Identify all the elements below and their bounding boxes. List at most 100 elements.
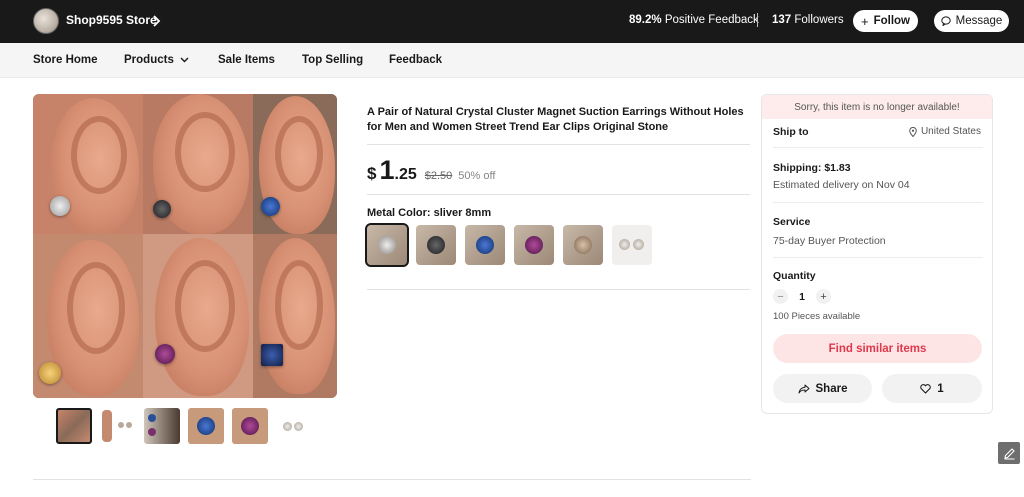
swatch-dot bbox=[525, 236, 543, 254]
swatch-dot bbox=[574, 236, 592, 254]
feedback-label: Positive Feedback bbox=[664, 14, 759, 26]
thumb-shape bbox=[102, 410, 112, 442]
plus-icon: + bbox=[860, 13, 869, 29]
quantity-value[interactable]: 1 bbox=[798, 291, 806, 303]
followers-label: Followers bbox=[794, 14, 844, 26]
stud-purple bbox=[155, 344, 175, 364]
thumbnail[interactable] bbox=[56, 408, 92, 444]
stud-black bbox=[153, 200, 171, 218]
image-panel bbox=[33, 94, 143, 234]
nav-label: Sale Items bbox=[218, 54, 275, 66]
ship-to-selector[interactable]: United States bbox=[909, 126, 981, 137]
follow-button[interactable]: + Follow bbox=[853, 10, 918, 32]
nav-feedback[interactable]: Feedback bbox=[389, 54, 442, 66]
store-name-link[interactable]: Shop9595 Store bbox=[66, 13, 157, 27]
ear-fold bbox=[175, 260, 235, 352]
thumbnail-strip bbox=[56, 408, 312, 444]
discount-badge: 50% off bbox=[458, 170, 496, 182]
thumb-shape bbox=[148, 428, 156, 436]
swatch-dot bbox=[427, 236, 445, 254]
swatch-purple[interactable] bbox=[514, 225, 554, 265]
nav-top-selling[interactable]: Top Selling bbox=[302, 54, 363, 66]
service-label: Service bbox=[773, 216, 811, 228]
share-icon bbox=[798, 384, 810, 393]
thumbnail[interactable] bbox=[144, 408, 180, 444]
pieces-available: 100 Pieces available bbox=[773, 311, 861, 322]
wishlist-count: 1 bbox=[937, 382, 944, 395]
buy-box: Sorry, this item is no longer available!… bbox=[761, 94, 993, 414]
message-label: Message bbox=[955, 15, 1003, 27]
followers-number: 137 bbox=[772, 14, 792, 26]
ship-to-value: United States bbox=[920, 126, 981, 137]
thumbnail[interactable] bbox=[232, 408, 268, 444]
thumbnail[interactable] bbox=[100, 408, 136, 444]
divider bbox=[757, 13, 758, 27]
quantity-increase-button[interactable]: + bbox=[816, 289, 831, 304]
price-currency: $ bbox=[367, 164, 377, 183]
message-button[interactable]: Message bbox=[934, 10, 1009, 32]
thumb-shape bbox=[126, 422, 132, 428]
ship-to-label: Ship to bbox=[773, 126, 809, 138]
ear-fold bbox=[71, 116, 127, 194]
ear-fold bbox=[275, 260, 323, 350]
quantity-label: Quantity bbox=[773, 270, 816, 282]
divider bbox=[367, 194, 750, 195]
stud-blue bbox=[261, 197, 280, 216]
price-decimal: .25 bbox=[394, 166, 417, 183]
swatch-dot bbox=[633, 239, 644, 250]
swatch-silver[interactable] bbox=[365, 223, 409, 267]
location-pin-icon bbox=[909, 126, 917, 137]
nav-label: Feedback bbox=[389, 54, 443, 66]
chevron-right-icon[interactable] bbox=[150, 14, 162, 28]
divider bbox=[367, 144, 750, 145]
heart-icon bbox=[920, 383, 932, 394]
image-panel bbox=[33, 234, 143, 398]
thumb-shape bbox=[241, 417, 259, 435]
swatch-blue[interactable] bbox=[465, 225, 505, 265]
swatch-dot bbox=[476, 236, 494, 254]
thumb-shape bbox=[283, 422, 292, 431]
estimated-delivery: Estimated delivery on Nov 04 bbox=[773, 179, 910, 191]
nav-label: Store Home bbox=[33, 54, 98, 66]
nav-products[interactable]: Products bbox=[124, 54, 189, 66]
divider bbox=[33, 479, 751, 480]
price-block: $ 1 .25 $2.50 50% off bbox=[367, 155, 495, 186]
swatch-black[interactable] bbox=[416, 225, 456, 265]
divider bbox=[773, 257, 983, 258]
nav-store-home[interactable]: Store Home bbox=[33, 54, 98, 66]
shipping-cost: Shipping: $1.83 bbox=[773, 162, 851, 174]
image-panel bbox=[143, 234, 253, 398]
share-label: Share bbox=[815, 382, 848, 395]
stud-silver bbox=[50, 196, 70, 216]
store-logo[interactable] bbox=[33, 8, 59, 34]
ear-fold bbox=[275, 116, 323, 192]
wishlist-button[interactable]: 1 bbox=[882, 374, 982, 403]
thumb-shape bbox=[197, 417, 215, 435]
pencil-icon bbox=[1003, 447, 1015, 459]
thumbnail[interactable] bbox=[276, 408, 312, 444]
product-main-image[interactable] bbox=[33, 94, 337, 398]
swatch-dot bbox=[619, 239, 630, 250]
chat-bubble-icon bbox=[940, 16, 951, 26]
quantity-decrease-button[interactable]: − bbox=[773, 289, 788, 304]
thumb-shape bbox=[148, 414, 156, 422]
nav-sale-items[interactable]: Sale Items bbox=[218, 54, 275, 66]
swatch-pair[interactable] bbox=[612, 225, 652, 265]
divider bbox=[773, 202, 983, 203]
feedback-percent: 89.2% bbox=[629, 14, 662, 26]
thumbnail[interactable] bbox=[188, 408, 224, 444]
chevron-down-icon bbox=[180, 57, 189, 63]
swatch-rose[interactable] bbox=[563, 225, 603, 265]
share-button[interactable]: Share bbox=[773, 374, 872, 403]
edit-button[interactable] bbox=[998, 442, 1020, 464]
image-panel bbox=[253, 94, 337, 234]
divider bbox=[367, 289, 750, 290]
image-panel bbox=[143, 94, 253, 234]
divider bbox=[773, 147, 983, 148]
original-price: $2.50 bbox=[424, 170, 453, 182]
find-similar-button[interactable]: Find similar items bbox=[773, 334, 982, 363]
ear-fold bbox=[175, 112, 235, 192]
follow-label: Follow bbox=[873, 15, 910, 27]
thumb-shape bbox=[294, 422, 303, 431]
stud-gold bbox=[39, 362, 61, 384]
